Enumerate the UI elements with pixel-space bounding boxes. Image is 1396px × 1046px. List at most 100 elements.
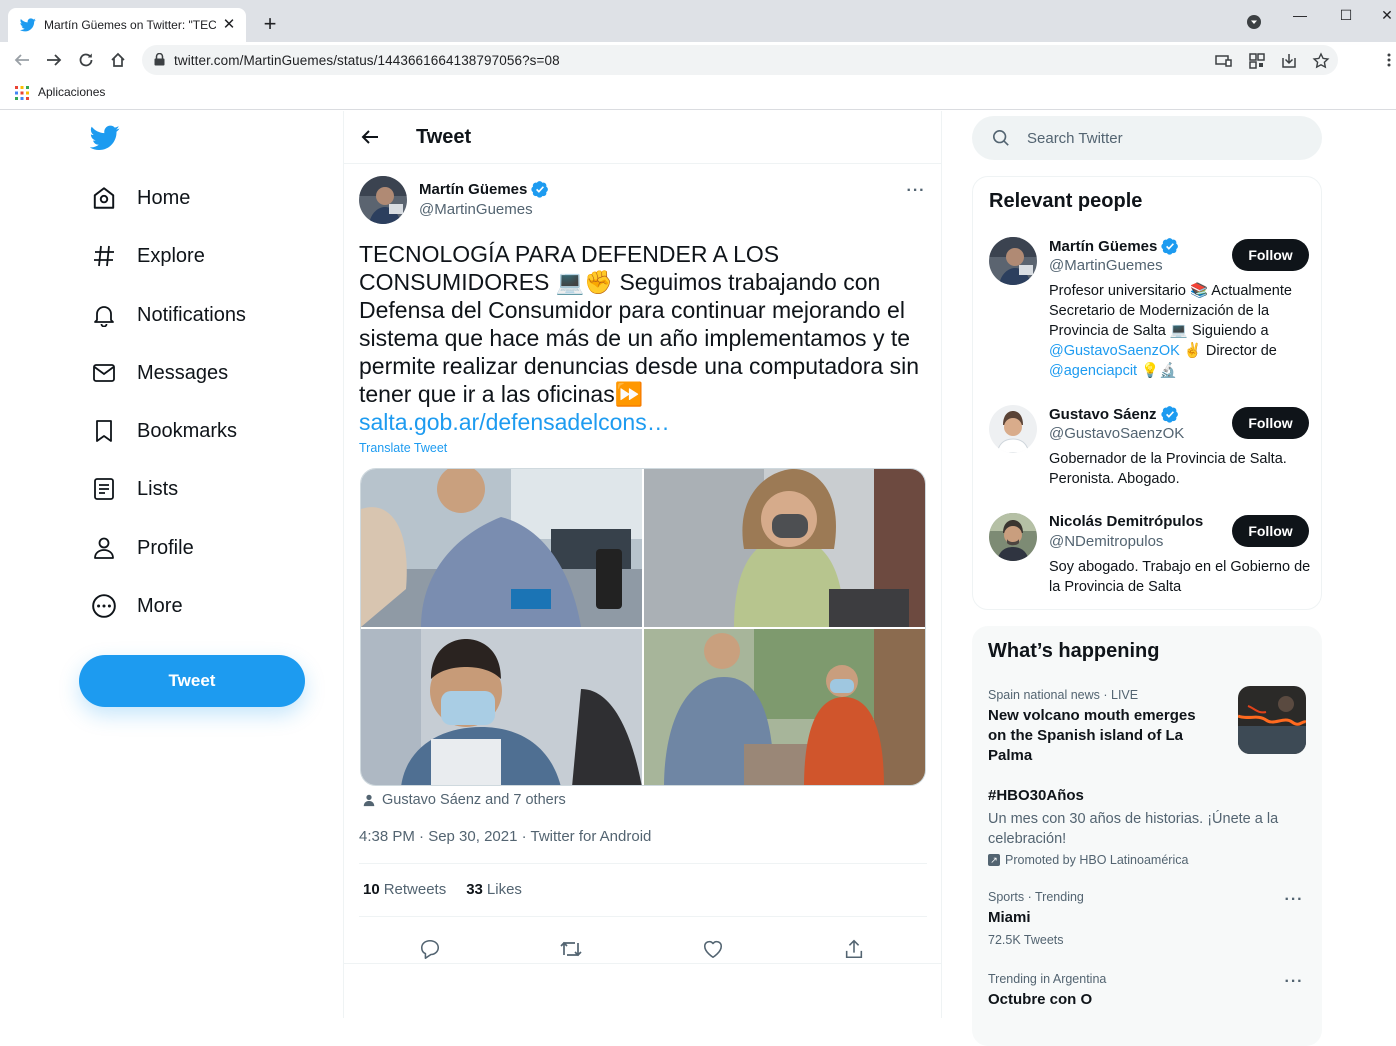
author-handle[interactable]: @MartinGuemes	[419, 201, 533, 218]
envelope-icon	[90, 359, 118, 387]
tab-close-icon[interactable]: ✕	[220, 16, 238, 34]
mention-link[interactable]: @GustavoSaenzOK	[1049, 343, 1180, 359]
person-name-text: Martín Güemes	[1049, 237, 1158, 255]
window-close-button[interactable]: ✕	[1376, 4, 1396, 26]
back-arrow-icon[interactable]	[360, 127, 380, 147]
trend-count: 72.5K Tweets	[988, 933, 1064, 947]
trend-more-icon[interactable]: ···	[1284, 974, 1304, 996]
person-avatar[interactable]	[989, 513, 1037, 561]
follow-button[interactable]: Follow	[1232, 515, 1309, 547]
person-handle[interactable]: @MartinGuemes	[1049, 257, 1163, 274]
apps-grid-icon[interactable]	[15, 86, 29, 100]
tweet-text: TECNOLOGÍA PARA DEFENDER A LOS CONSUMIDO…	[359, 240, 929, 436]
author-name[interactable]: Martín Güemes	[419, 180, 549, 198]
cast-icon[interactable]	[1214, 52, 1232, 70]
forward-button[interactable]	[42, 48, 66, 72]
trend-title: #HBO30Años	[988, 787, 1084, 804]
author-avatar[interactable]	[359, 176, 407, 224]
tweet-photo-2[interactable]	[644, 469, 925, 627]
tweet-photo-4[interactable]	[644, 629, 925, 785]
apps-bookmark[interactable]: Aplicaciones	[38, 85, 105, 99]
retweets-stat[interactable]: 10 Retweets	[363, 881, 446, 898]
tweet-photo-3[interactable]	[361, 629, 642, 785]
home-button[interactable]	[106, 48, 130, 72]
mention-link[interactable]: @agenciapcit	[1049, 363, 1137, 379]
likes-stat[interactable]: 33 Likes	[466, 881, 522, 898]
url-text: twitter.com/MartinGuemes/status/14436616…	[174, 53, 560, 68]
nav-home[interactable]: Home	[80, 173, 190, 223]
person-bio: Profesor universitario 📚 Actualmente Sec…	[1049, 281, 1311, 381]
person-bio: Gobernador de la Provincia de Salta. Per…	[1049, 451, 1287, 487]
person-item[interactable]: Martín Güemes @MartinGuemes Follow Profe…	[989, 237, 1309, 387]
twitter-favicon-icon	[20, 18, 36, 32]
tagged-people[interactable]: Gustavo Sáenz and 7 others	[362, 792, 566, 808]
person-name[interactable]: Nicolás Demitrópulos	[1049, 513, 1203, 530]
trend-title: New volcano mouth emerges on the Spanish…	[988, 707, 1196, 764]
reload-button[interactable]	[74, 48, 98, 72]
new-tab-button[interactable]: +	[258, 12, 282, 36]
window-maximize-button[interactable]: ☐	[1335, 4, 1357, 26]
trend-item[interactable]: #HBO30Años Un mes con 30 años de histori…	[988, 782, 1308, 867]
person-bio: Soy abogado. Trabajo en el Gobierno de l…	[1049, 559, 1311, 595]
nav-label: Bookmarks	[137, 419, 238, 442]
whats-happening-card: What’s happening Spain national news · L…	[972, 626, 1322, 1046]
trend-description: Un mes con 30 años de historias. ¡Únete …	[988, 811, 1279, 847]
tweet-link[interactable]: salta.gob.ar/defensadelcons…	[359, 409, 670, 435]
person-tag-icon	[363, 794, 375, 807]
relevant-people-card: Relevant people Martín Güemes @MartinGue…	[972, 176, 1322, 610]
translate-tweet-link[interactable]: Translate Tweet	[359, 441, 447, 455]
tweet-more-icon[interactable]: ···	[906, 183, 926, 205]
trend-more-icon[interactable]: ···	[1284, 892, 1304, 914]
nav-profile[interactable]: Profile	[80, 523, 194, 573]
qr-code-icon[interactable]	[1248, 52, 1266, 70]
twitter-page: Home Explore Notifications Messages Book…	[0, 111, 1396, 1046]
person-item[interactable]: Nicolás Demitrópulos @NDemitropulos Foll…	[989, 513, 1311, 603]
trend-item[interactable]: Trending in Argentina Octubre con O	[988, 972, 1308, 1010]
main-column: Tweet Martín Güemes @MartinGuemes ··· TE…	[343, 111, 942, 1018]
promoted-text: Promoted by HBO Latinoamérica	[1005, 853, 1189, 867]
window-minimize-button[interactable]: —	[1289, 4, 1311, 26]
twitter-logo-icon[interactable]	[90, 125, 120, 151]
trend-item[interactable]: Spain national news · LIVE New volcano m…	[988, 688, 1218, 766]
tweet-timestamp[interactable]: 4:38 PM · Sep 30, 2021 · Twitter for And…	[359, 828, 651, 845]
person-handle[interactable]: @GustavoSaenzOK	[1049, 425, 1184, 442]
nav-notifications[interactable]: Notifications	[80, 290, 246, 340]
nav-more[interactable]: More	[80, 581, 183, 631]
bio-text: Profesor universitario 📚 Actualmente Sec…	[1049, 283, 1292, 339]
home-icon	[90, 184, 118, 212]
back-button[interactable]	[10, 48, 34, 72]
nav-explore[interactable]: Explore	[80, 231, 205, 281]
person-name[interactable]: Gustavo Sáenz	[1049, 405, 1179, 423]
relevant-people-title: Relevant people	[989, 190, 1143, 212]
tweet-stats: 10 Retweets 33 Likes	[363, 881, 542, 898]
nav-lists[interactable]: Lists	[80, 464, 178, 514]
person-name[interactable]: Martín Güemes	[1049, 237, 1179, 255]
search-input[interactable]	[1027, 116, 1307, 160]
nav-bookmarks[interactable]: Bookmarks	[80, 406, 237, 456]
nav-messages[interactable]: Messages	[80, 348, 228, 398]
verified-badge-icon	[531, 180, 549, 198]
person-name-text: Nicolás Demitrópulos	[1049, 513, 1204, 530]
person-item[interactable]: Gustavo Sáenz @GustavoSaenzOK Follow Gob…	[989, 405, 1309, 495]
trend-thumbnail[interactable]	[1238, 686, 1306, 754]
person-handle[interactable]: @NDemitropulos	[1049, 533, 1163, 550]
retweets-label: Retweets	[383, 881, 447, 898]
address-bar[interactable]: twitter.com/MartinGuemes/status/14436616…	[142, 45, 1338, 75]
install-app-icon[interactable]	[1280, 52, 1298, 70]
tweet-media-grid	[360, 468, 926, 786]
person-avatar[interactable]	[989, 405, 1037, 453]
whats-happening-title: What’s happening	[988, 640, 1160, 662]
person-avatar[interactable]	[989, 237, 1037, 285]
tweet-photo-1[interactable]	[361, 469, 642, 627]
search-box[interactable]	[972, 116, 1322, 160]
bookmark-star-icon[interactable]	[1312, 52, 1330, 70]
follow-button[interactable]: Follow	[1232, 239, 1309, 271]
profile-menu-icon[interactable]	[1246, 14, 1268, 36]
compose-tweet-button[interactable]: Tweet	[79, 655, 305, 707]
trend-item[interactable]: Sports · Trending Miami 72.5K Tweets	[988, 890, 1308, 947]
promoted-label: ↗ Promoted by HBO Latinoamérica	[988, 853, 1308, 867]
more-circle-icon	[90, 592, 118, 620]
browser-tab[interactable]: Martín Güemes on Twitter: "TECNOLOGÍA PA…	[8, 8, 246, 42]
chrome-menu-icon[interactable]	[1384, 48, 1394, 72]
follow-button[interactable]: Follow	[1232, 407, 1309, 439]
